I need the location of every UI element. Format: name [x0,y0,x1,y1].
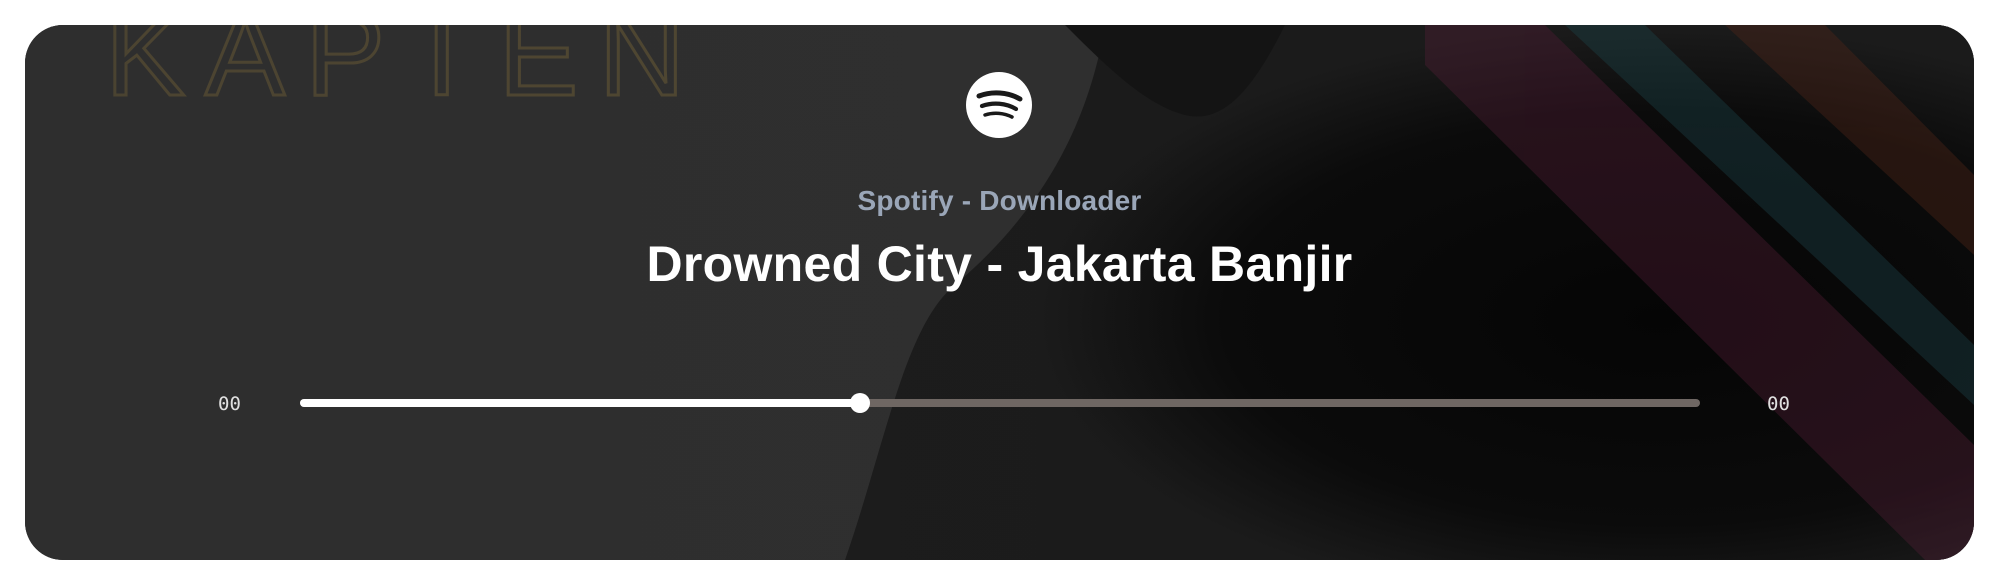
app-subtitle: Spotify - Downloader [857,185,1142,216]
progress-fill [300,399,860,407]
spotify-icon [966,72,1032,138]
total-time: 00 [1767,393,1790,415]
progress-handle[interactable] [850,393,870,413]
current-time: 00 [218,393,241,415]
player-card: KAPTEN Spotify - Downloader Drowned City… [25,25,1974,560]
track-title: Drowned City - Jakarta Banjir [646,236,1353,292]
progress-slider[interactable] [300,393,1700,413]
